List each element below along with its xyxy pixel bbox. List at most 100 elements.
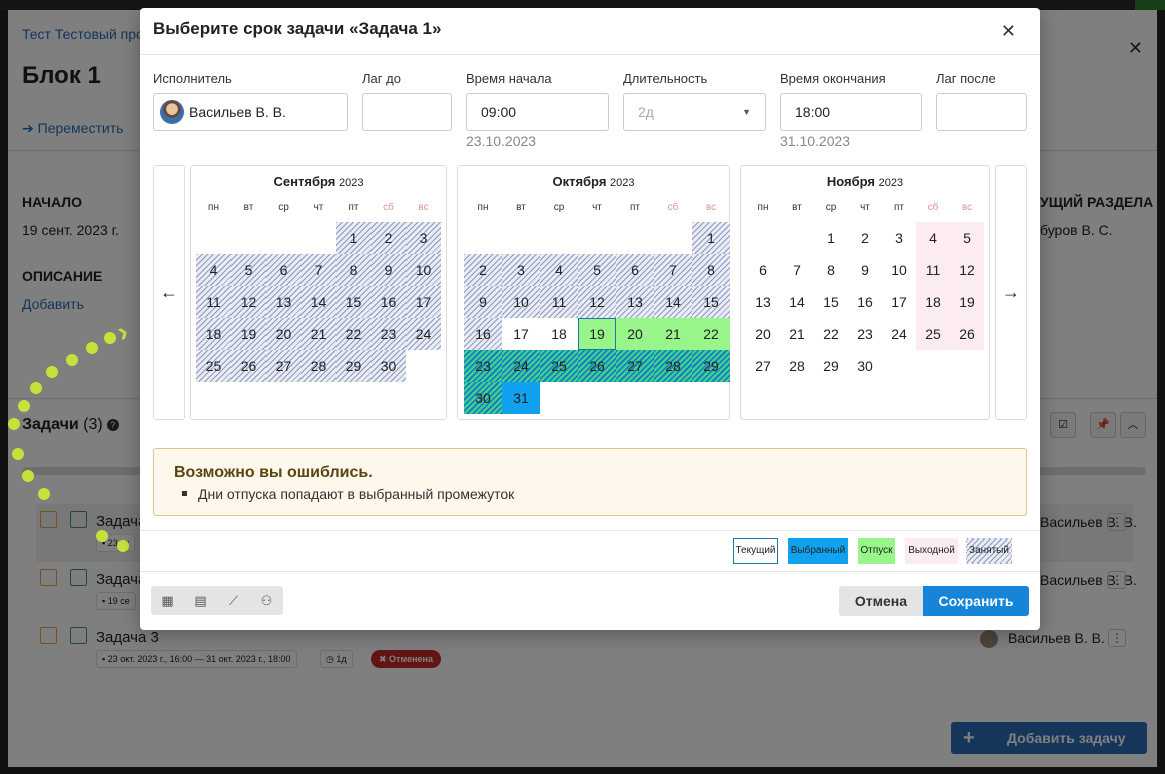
- calendar-day[interactable]: 15: [692, 286, 730, 318]
- calendar-day[interactable]: 31: [502, 382, 540, 414]
- calendar-day[interactable]: 28: [780, 350, 814, 382]
- calendar-day[interactable]: 10: [882, 254, 916, 286]
- calendar-day[interactable]: 22: [814, 318, 848, 350]
- calendar-day[interactable]: 26: [578, 350, 616, 382]
- calendar-day[interactable]: 9: [848, 254, 882, 286]
- calendar-day[interactable]: 23: [848, 318, 882, 350]
- calendar-day[interactable]: 2: [464, 254, 502, 286]
- calendar-day[interactable]: 11: [540, 286, 578, 318]
- calendar-day[interactable]: 21: [654, 318, 692, 350]
- calendar-day[interactable]: 16: [464, 318, 502, 350]
- calendar-day[interactable]: 24: [406, 318, 441, 350]
- calendar-day[interactable]: 4: [196, 254, 231, 286]
- calendar-day[interactable]: 23: [371, 318, 406, 350]
- calendar-day[interactable]: 15: [814, 286, 848, 318]
- cancel-button[interactable]: Отмена: [839, 586, 923, 616]
- close-icon[interactable]: ✕: [1001, 21, 1016, 42]
- calendar-day[interactable]: 21: [301, 318, 336, 350]
- calendar-day[interactable]: 18: [196, 318, 231, 350]
- calendar-day[interactable]: 23: [464, 350, 502, 382]
- calendar-day[interactable]: 4: [540, 254, 578, 286]
- start-time-input[interactable]: 09:00: [466, 93, 609, 131]
- calendar-day[interactable]: 22: [336, 318, 371, 350]
- calendar-day[interactable]: 13: [746, 286, 780, 318]
- end-time-input[interactable]: 18:00: [780, 93, 922, 131]
- calendar-day[interactable]: 8: [336, 254, 371, 286]
- calendar-day[interactable]: 20: [266, 318, 301, 350]
- calendar-day[interactable]: 5: [231, 254, 266, 286]
- calendar-day[interactable]: 1: [814, 222, 848, 254]
- calendar-day[interactable]: 6: [746, 254, 780, 286]
- calendar-day[interactable]: 4: [916, 222, 950, 254]
- calendar-day[interactable]: 5: [950, 222, 984, 254]
- calendar-day[interactable]: 12: [950, 254, 984, 286]
- calendar-day[interactable]: 13: [616, 286, 654, 318]
- calendar-day[interactable]: 30: [848, 350, 882, 382]
- calendar-day[interactable]: 19: [578, 318, 616, 350]
- calendar-day[interactable]: 24: [502, 350, 540, 382]
- calendar-day[interactable]: 29: [692, 350, 730, 382]
- calendar-day[interactable]: 28: [301, 350, 336, 382]
- calendar-day[interactable]: 3: [502, 254, 540, 286]
- calendar-icon[interactable]: ▦: [151, 586, 184, 615]
- calendar-day[interactable]: 5: [578, 254, 616, 286]
- calendar-day[interactable]: 8: [814, 254, 848, 286]
- calendar-day[interactable]: 16: [371, 286, 406, 318]
- calendar-day[interactable]: 25: [916, 318, 950, 350]
- calendar-day[interactable]: 18: [540, 318, 578, 350]
- calendar-day[interactable]: 30: [464, 382, 502, 414]
- calendar-grid-icon[interactable]: ▤: [184, 586, 217, 615]
- lag-before-input[interactable]: [362, 93, 452, 131]
- calendar-day[interactable]: 22: [692, 318, 730, 350]
- calendar-day[interactable]: 10: [406, 254, 441, 286]
- lag-after-input[interactable]: [936, 93, 1027, 131]
- calendar-day[interactable]: 17: [882, 286, 916, 318]
- calendar-day[interactable]: 10: [502, 286, 540, 318]
- calendar-day[interactable]: 29: [336, 350, 371, 382]
- calendar-day[interactable]: 1: [692, 222, 730, 254]
- calendar-day[interactable]: 20: [616, 318, 654, 350]
- calendar-day[interactable]: 11: [916, 254, 950, 286]
- magic-wand-icon[interactable]: ⟋: [217, 586, 250, 615]
- calendar-day[interactable]: 6: [266, 254, 301, 286]
- calendar-day[interactable]: 18: [916, 286, 950, 318]
- calendar-day[interactable]: 9: [371, 254, 406, 286]
- calendar-day[interactable]: 7: [301, 254, 336, 286]
- calendar-day[interactable]: 14: [780, 286, 814, 318]
- users-icon[interactable]: ⚇: [250, 586, 283, 615]
- calendar-day[interactable]: 2: [848, 222, 882, 254]
- calendar-day[interactable]: 12: [578, 286, 616, 318]
- calendar-day[interactable]: 14: [301, 286, 336, 318]
- calendar-day[interactable]: 16: [848, 286, 882, 318]
- duration-select[interactable]: 2д ▼: [623, 93, 766, 131]
- prev-month-button[interactable]: ←: [153, 165, 185, 420]
- next-month-button[interactable]: →: [995, 165, 1027, 420]
- calendar-day[interactable]: 25: [196, 350, 231, 382]
- calendar-day[interactable]: 7: [780, 254, 814, 286]
- calendar-day[interactable]: 11: [196, 286, 231, 318]
- calendar-day[interactable]: 27: [266, 350, 301, 382]
- calendar-day[interactable]: 21: [780, 318, 814, 350]
- calendar-day[interactable]: 2: [371, 222, 406, 254]
- calendar-day[interactable]: 14: [654, 286, 692, 318]
- assignee-field[interactable]: Васильев В. В.: [153, 93, 348, 131]
- calendar-day[interactable]: 12: [231, 286, 266, 318]
- calendar-day[interactable]: 3: [406, 222, 441, 254]
- calendar-day[interactable]: 26: [231, 350, 266, 382]
- calendar-day[interactable]: 9: [464, 286, 502, 318]
- calendar-day[interactable]: 24: [882, 318, 916, 350]
- calendar-day[interactable]: 25: [540, 350, 578, 382]
- calendar-day[interactable]: 27: [616, 350, 654, 382]
- calendar-day[interactable]: 29: [814, 350, 848, 382]
- calendar-day[interactable]: 27: [746, 350, 780, 382]
- save-button[interactable]: Сохранить: [923, 586, 1029, 616]
- calendar-day[interactable]: 13: [266, 286, 301, 318]
- calendar-day[interactable]: 6: [616, 254, 654, 286]
- calendar-day[interactable]: 19: [950, 286, 984, 318]
- calendar-day[interactable]: 26: [950, 318, 984, 350]
- calendar-day[interactable]: 30: [371, 350, 406, 382]
- calendar-day[interactable]: 19: [231, 318, 266, 350]
- calendar-day[interactable]: 15: [336, 286, 371, 318]
- calendar-day[interactable]: 7: [654, 254, 692, 286]
- calendar-day[interactable]: 3: [882, 222, 916, 254]
